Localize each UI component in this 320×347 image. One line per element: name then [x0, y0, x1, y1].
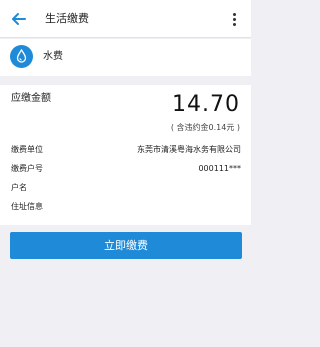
info-label: 住址信息	[11, 202, 43, 211]
amount-label: 应缴金额	[11, 93, 51, 104]
service-name: 水费	[43, 51, 63, 62]
info-label: 缴费单位	[11, 145, 43, 154]
late-fee-note: ( 含违约金0.14元 )	[170, 123, 240, 132]
info-row-payee: 缴费单位 东莞市清溪粤海水务有限公司	[0, 142, 251, 157]
info-value: 000111***	[198, 164, 241, 173]
top-bar: 生活缴费	[0, 0, 251, 38]
info-label: 户名	[11, 183, 27, 192]
info-row-address: 住址信息	[0, 199, 251, 214]
arrow-left-icon	[12, 13, 26, 25]
info-row-account-name: 户名	[0, 180, 251, 195]
more-button[interactable]	[226, 8, 244, 30]
info-row-account: 缴费户号 000111***	[0, 161, 251, 176]
water-drop-icon	[10, 45, 33, 68]
info-value: 东莞市清溪粤海水务有限公司	[137, 145, 241, 154]
service-header: 水费	[0, 39, 251, 76]
bill-payment-screen: 生活缴费 水费 应缴金额 14.70 ( 含违约金0.14元 ) 缴费单位 东莞…	[0, 0, 251, 347]
back-button[interactable]	[8, 8, 30, 30]
pay-now-button[interactable]: 立即缴费	[10, 232, 242, 259]
page-title: 生活缴费	[45, 12, 89, 25]
info-label: 缴费户号	[11, 164, 43, 173]
bill-details-card: 应缴金额 14.70 ( 含违约金0.14元 ) 缴费单位 东莞市清溪粤海水务有…	[0, 85, 251, 225]
amount-value: 14.70	[172, 92, 240, 117]
